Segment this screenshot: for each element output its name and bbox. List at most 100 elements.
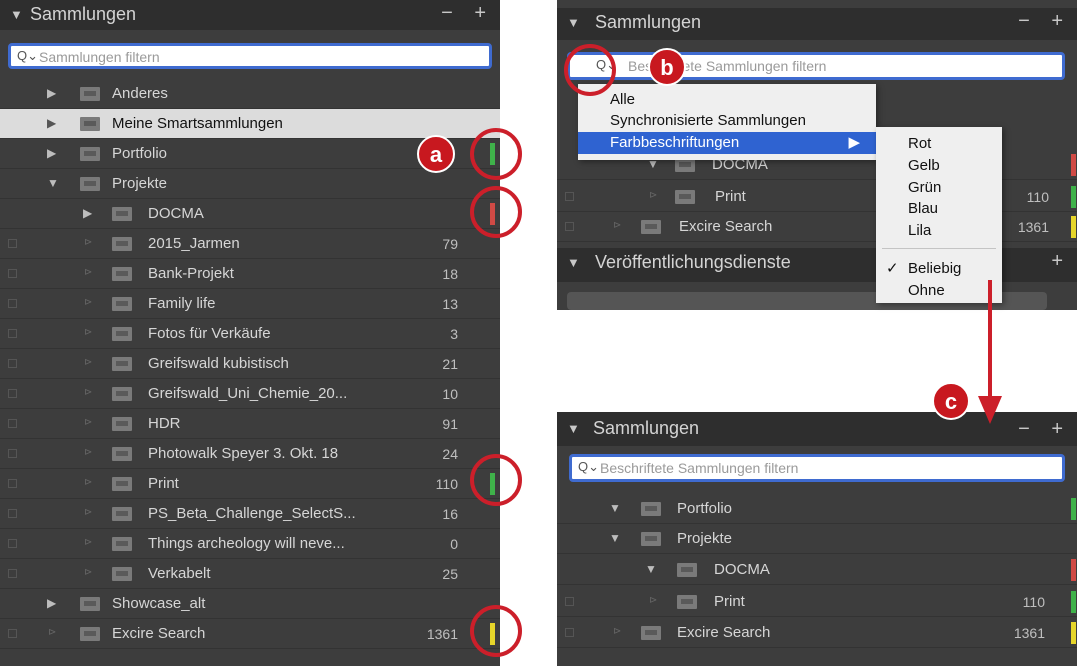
collection-set-row-selected[interactable]: ▶ Meine Smartsammlungen [0,109,500,139]
target-checkbox[interactable] [8,269,17,278]
collapse-triangle-icon[interactable]: ▼ [567,255,580,270]
submenu-item-gruen[interactable]: Grün [876,177,1002,199]
collection-row[interactable]: ⊳ Things archeology will neve... 0 [0,529,500,559]
collection-icon [112,327,132,341]
submenu-item-rot[interactable]: Rot [876,133,1002,155]
row-label: HDR [148,415,181,432]
sync-icon: ⊳ [84,537,93,548]
collection-set-icon [641,532,661,546]
target-checkbox[interactable] [8,299,17,308]
collapse-triangle-icon[interactable]: ▼ [567,421,580,436]
disclosure-triangle-icon[interactable]: ▶ [47,116,56,130]
collection-set-row[interactable]: ▼ Portfolio [557,494,1077,524]
target-checkbox[interactable] [8,419,17,428]
disclosure-triangle-icon[interactable]: ▼ [47,176,59,190]
menu-item-farbbeschriftungen[interactable]: Farbbeschriftungen ▶ [578,132,876,154]
bottom-right-collections-panel: ▼ Sammlungen − + Q⌄ Beschriftete Sammlun… [557,412,1077,666]
target-checkbox[interactable] [8,509,17,518]
collections-search-input[interactable]: Q⌄ Beschriftete Sammlungen filtern [567,52,1065,80]
target-checkbox[interactable] [8,329,17,338]
sync-icon: ⊳ [48,627,57,638]
disclosure-triangle-icon[interactable]: ▶ [47,86,56,100]
row-label: Excire Search [679,218,773,235]
collection-row[interactable]: ⊳ PS_Beta_Challenge_SelectS... 16 [0,499,500,529]
collections-search-input[interactable]: Q⌄ Sammlungen filtern [8,43,492,69]
target-checkbox[interactable] [8,449,17,458]
target-checkbox[interactable] [8,239,17,248]
add-remove-buttons[interactable]: − + [1018,10,1071,33]
target-checkbox[interactable] [8,389,17,398]
disclosure-triangle-icon[interactable]: ▼ [645,562,657,576]
target-checkbox[interactable] [8,569,17,578]
photo-count: 1361 [1017,219,1049,235]
menu-divider [882,248,996,249]
add-remove-buttons[interactable]: − + [1018,418,1071,441]
collection-set-row[interactable]: ▼ Projekte [557,524,1077,554]
collection-row[interactable]: ⊳ Fotos für Verkäufe 3 [0,319,500,349]
top-right-panel-header[interactable]: ▼ Sammlungen − + [557,8,1077,40]
collection-set-icon [80,87,100,101]
sync-icon: ⊳ [613,626,622,637]
collection-icon [112,267,132,281]
target-checkbox[interactable] [565,222,574,231]
collection-row[interactable]: ⊳ HDR 91 [0,409,500,439]
search-icon[interactable]: Q⌄ [578,459,599,475]
menu-item-synchronisiert[interactable]: Synchronisierte Sammlungen [578,110,876,132]
photo-count: 0 [450,536,458,552]
collection-set-row[interactable]: ▶ DOCMA [0,199,500,229]
disclosure-triangle-icon[interactable]: ▼ [609,501,621,515]
menu-item-label: Beliebig [908,260,962,277]
sync-icon: ⊳ [84,507,93,518]
collection-set-icon [675,158,695,172]
target-checkbox[interactable] [8,629,17,638]
collections-search-input[interactable]: Q⌄ Beschriftete Sammlungen filtern [569,454,1065,482]
color-label-green [1071,498,1076,520]
collection-set-row[interactable]: ▼ DOCMA [557,555,1077,585]
left-panel-header[interactable]: ▼ Sammlungen − + [0,0,500,30]
sync-icon: ⊳ [84,357,93,368]
target-checkbox[interactable] [8,479,17,488]
collection-row[interactable]: ⊳ Verkabelt 25 [0,559,500,589]
target-checkbox[interactable] [8,359,17,368]
disclosure-triangle-icon[interactable]: ▶ [47,146,56,160]
row-label: Family life [148,295,216,312]
menu-item-label: Farbbeschriftungen [610,134,740,151]
collection-row[interactable]: ⊳ Excire Search 1361 [557,618,1077,648]
submenu-item-beliebig[interactable]: ✓ Beliebig [876,258,1002,280]
menu-item-alle[interactable]: Alle [578,89,876,111]
add-service-button[interactable]: + [1051,250,1071,273]
collection-row[interactable]: ⊳ Print 110 [557,587,1077,617]
search-icon[interactable]: Q⌄ [17,48,38,64]
disclosure-triangle-icon[interactable]: ▶ [47,596,56,610]
row-label: Things archeology will neve... [148,535,345,552]
collection-set-row[interactable]: ▶ Showcase_alt [0,589,500,619]
target-checkbox[interactable] [8,539,17,548]
collection-row[interactable]: ⊳ Photowalk Speyer 3. Okt. 18 24 [0,439,500,469]
collapse-triangle-icon[interactable]: ▼ [10,7,23,22]
submenu-item-blau[interactable]: Blau [876,198,1002,220]
disclosure-triangle-icon[interactable]: ▶ [83,206,92,220]
collection-set-row[interactable]: ▶ Anderes [0,79,500,109]
submenu-item-gelb[interactable]: Gelb [876,155,1002,177]
annotation-badge-b: b [648,48,686,86]
collection-row[interactable]: ⊳ Bank-Projekt 18 [0,259,500,289]
collapse-triangle-icon[interactable]: ▼ [567,15,580,30]
services-title: Veröffentlichungsdienste [595,252,791,272]
collection-row[interactable]: ⊳ Family life 13 [0,289,500,319]
collection-set-row[interactable]: ▼ Projekte [0,169,500,199]
annotation-circle [470,128,522,180]
collection-row[interactable]: ⊳ 2015_Jarmen 79 [0,229,500,259]
row-label: 2015_Jarmen [148,235,240,252]
target-checkbox[interactable] [565,192,574,201]
collection-row[interactable]: ⊳ Print 110 [0,469,500,499]
collection-row[interactable]: ⊳ Greifswald kubistisch 21 [0,349,500,379]
row-label: Photowalk Speyer 3. Okt. 18 [148,445,339,462]
target-checkbox[interactable] [565,628,574,637]
disclosure-triangle-icon[interactable]: ▼ [609,531,621,545]
collection-row[interactable]: ⊳ Greifswald_Uni_Chemie_20... 10 [0,379,500,409]
add-remove-buttons[interactable]: − + [441,2,494,25]
collection-row[interactable]: ⊳ Excire Search 1361 [0,619,500,649]
target-checkbox[interactable] [565,597,574,606]
photo-count: 1361 [426,626,458,642]
submenu-item-lila[interactable]: Lila [876,220,1002,242]
